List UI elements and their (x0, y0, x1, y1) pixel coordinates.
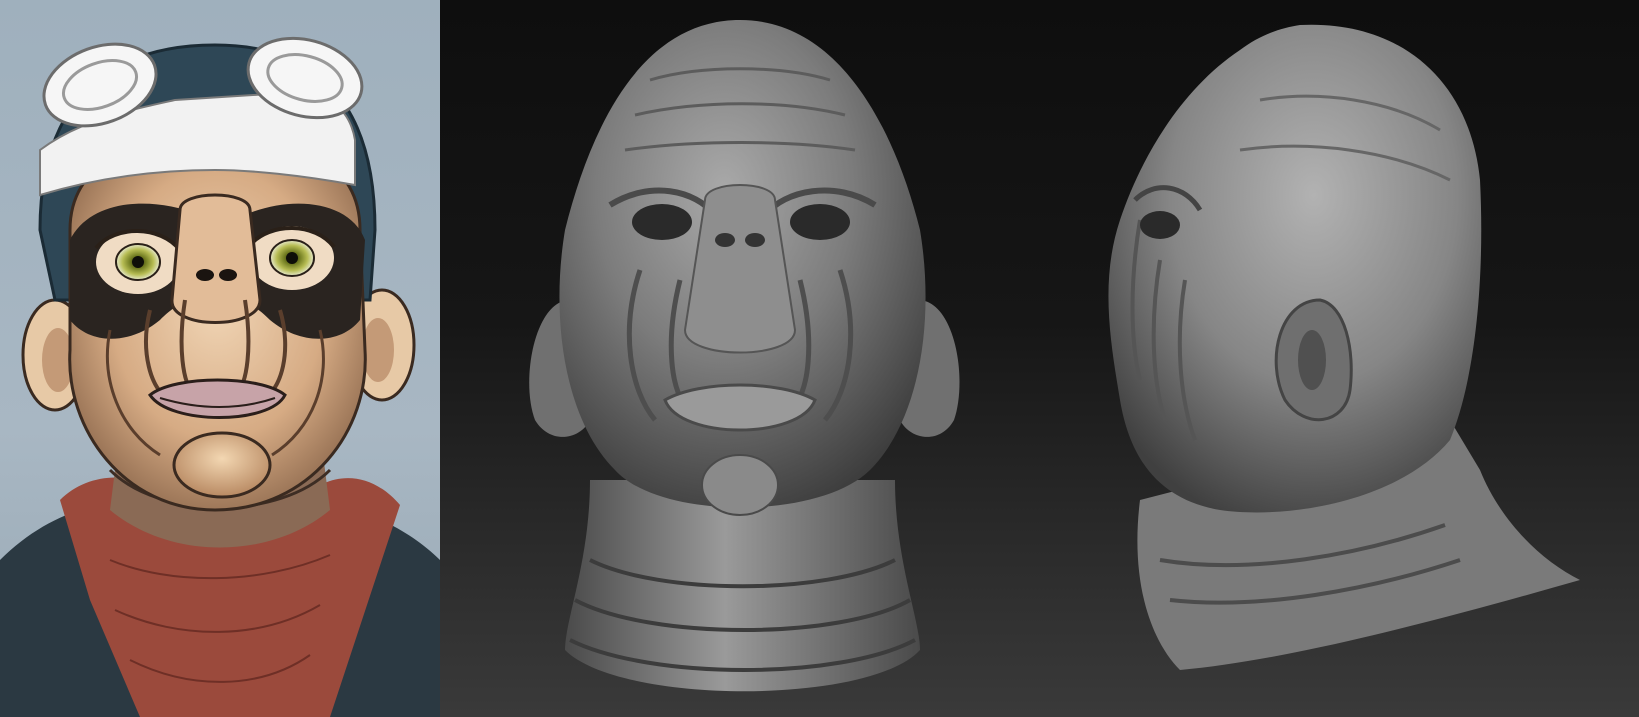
image-stage (0, 0, 1639, 717)
chin (172, 431, 272, 499)
sculpt-front-view (529, 20, 960, 692)
sculpt-renders (529, 20, 1580, 692)
concept-illustration (0, 36, 440, 717)
sculpt-render-panel (440, 0, 1639, 717)
sculpt-side-view (1108, 24, 1580, 670)
concept-illustration-panel (0, 0, 440, 717)
